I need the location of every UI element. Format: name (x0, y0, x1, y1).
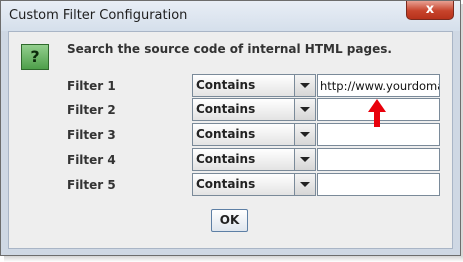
filter-3-condition-select[interactable]: Contains (192, 123, 316, 146)
filter-1-value-input[interactable]: http://www.yourdomain (317, 74, 440, 97)
filter-2-label: Filter 2 (67, 103, 116, 117)
red-up-arrow-icon (368, 99, 386, 127)
chevron-down-icon[interactable] (294, 75, 315, 96)
question-mark-icon: ? (21, 44, 49, 70)
title-bar[interactable]: Custom Filter Configuration x (1, 1, 460, 31)
filter-5-condition-value: Contains (196, 177, 256, 191)
chevron-down-icon[interactable] (294, 124, 315, 145)
filter-5-condition-select[interactable]: Contains (192, 173, 316, 196)
filter-1-condition-value: Contains (196, 78, 256, 92)
close-button[interactable]: x (406, 1, 454, 20)
filter-4-label: Filter 4 (67, 153, 116, 167)
window-title: Custom Filter Configuration (9, 8, 188, 23)
dialog-heading: Search the source code of internal HTML … (67, 42, 392, 56)
filter-2-condition-select[interactable]: Contains (192, 98, 316, 121)
chevron-down-icon[interactable] (294, 99, 315, 120)
filter-1-condition-select[interactable]: Contains (192, 74, 316, 97)
filter-5-value-input[interactable] (317, 173, 440, 196)
filter-2-condition-value: Contains (196, 102, 256, 116)
filter-4-condition-select[interactable]: Contains (192, 148, 316, 171)
filter-1-value-text: http://www.yourdomain (320, 79, 439, 93)
filter-3-label: Filter 3 (67, 128, 116, 142)
filter-4-condition-value: Contains (196, 152, 256, 166)
chevron-down-icon[interactable] (294, 174, 315, 195)
filter-4-value-input[interactable] (317, 148, 440, 171)
filter-5-label: Filter 5 (67, 178, 116, 192)
filter-1-label: Filter 1 (67, 79, 116, 93)
dialog-window: Custom Filter Configuration x ? Search t… (0, 0, 461, 256)
window-shadow-bottom (4, 256, 463, 262)
chevron-down-icon[interactable] (294, 149, 315, 170)
filter-3-condition-value: Contains (196, 127, 256, 141)
close-icon: x (425, 2, 435, 17)
ok-button[interactable]: OK (211, 209, 248, 232)
dialog-content: ? Search the source code of internal HTM… (8, 31, 453, 249)
